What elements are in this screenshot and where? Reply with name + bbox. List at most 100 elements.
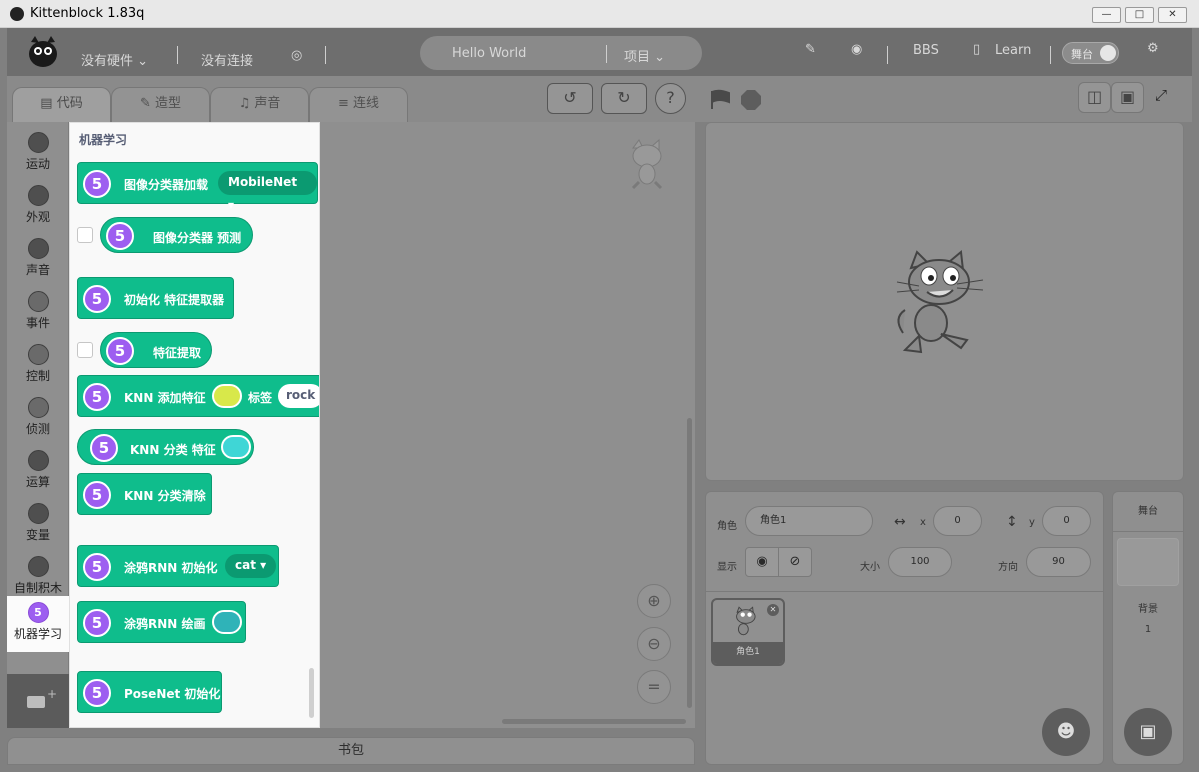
svg-text:+: + xyxy=(47,687,57,701)
learn-link[interactable]: Learn xyxy=(995,43,1031,58)
stage-canvas[interactable] xyxy=(705,122,1184,481)
add-backdrop-button[interactable]: ▣ xyxy=(1124,708,1172,756)
hardware-menu[interactable]: 没有硬件 ⌄ xyxy=(81,50,148,69)
category-motion[interactable]: 运动 xyxy=(7,126,69,176)
tab-code[interactable]: ▤ 代码 xyxy=(12,87,111,123)
hide-sprite-button[interactable]: ⊘ xyxy=(778,547,812,577)
sprite-name-input[interactable]: 角色1 xyxy=(745,506,873,536)
project-menu[interactable]: 项目 ⌄ xyxy=(624,46,665,65)
tab-costumes[interactable]: ✎ 造型 xyxy=(111,87,210,123)
redo-button[interactable]: ↻ xyxy=(601,83,647,114)
delete-sprite-icon[interactable]: ✕ xyxy=(767,604,779,616)
kittenblock-logo-icon[interactable] xyxy=(25,34,61,70)
category-looks[interactable]: 外观 xyxy=(7,179,69,229)
help-button[interactable]: ? xyxy=(655,83,686,114)
window-title: Kittenblock 1.83q xyxy=(30,6,145,21)
direction-input[interactable]: 90 xyxy=(1026,547,1091,577)
green-flag-icon[interactable] xyxy=(709,89,731,111)
block-image-classifier-load[interactable]: 5 图像分类器加载 MobileNet ▾ xyxy=(77,162,318,212)
tab-sounds[interactable]: ♫ 声音 xyxy=(210,87,309,123)
block-knn-clear[interactable]: 5 KNN 分类清除 xyxy=(77,473,212,515)
x-input[interactable]: 0 xyxy=(933,506,982,536)
block-feature-extract[interactable]: 5 特征提取 xyxy=(100,332,212,368)
palette-scrollbar[interactable] xyxy=(309,668,314,718)
small-stage-button[interactable]: ◫ xyxy=(1078,82,1111,113)
gear-icon[interactable]: ⚙ xyxy=(1147,41,1159,56)
backdrops-count: 1 xyxy=(1144,624,1152,635)
script-workspace[interactable]: ⊕ ⊖ = xyxy=(320,122,695,728)
category-control[interactable]: 控制 xyxy=(7,338,69,388)
maximize-button[interactable]: □ xyxy=(1125,7,1154,23)
backpack-panel[interactable]: 书包 xyxy=(7,737,695,765)
add-sprite-button[interactable]: ☻ xyxy=(1042,708,1090,756)
block-sketchrnn-draw[interactable]: 5 涂鸦RNN 绘画 xyxy=(77,601,246,643)
sprite-thumbnail[interactable]: ✕ 角色1 xyxy=(711,598,785,666)
app-icon xyxy=(10,7,24,21)
undo-button[interactable]: ↺ xyxy=(547,83,593,114)
book-icon[interactable]: ▯ xyxy=(973,42,980,57)
zoom-out-button[interactable]: ⊖ xyxy=(637,627,671,661)
bbs-link[interactable]: BBS xyxy=(913,43,939,58)
large-stage-button[interactable]: ▣ xyxy=(1111,82,1144,113)
minimize-button[interactable]: — xyxy=(1092,7,1121,23)
globe-icon[interactable]: ◎ xyxy=(291,48,302,63)
workspace-horizontal-scrollbar[interactable] xyxy=(502,719,686,724)
divider xyxy=(606,45,607,63)
direction-label: 方向 xyxy=(998,562,1018,573)
block-label: 图像分类器加载 xyxy=(124,178,209,192)
extension-badge: 5 xyxy=(106,222,134,250)
show-label: 显示 xyxy=(717,562,737,573)
category-my-blocks[interactable]: 自制积木 xyxy=(7,550,69,600)
category-variables[interactable]: 变量 xyxy=(7,497,69,547)
cat-sprite-icon xyxy=(736,606,756,636)
size-input[interactable]: 100 xyxy=(888,547,952,577)
zoom-in-button[interactable]: ⊕ xyxy=(637,584,671,618)
category-events[interactable]: 事件 xyxy=(7,285,69,335)
block-label: KNN 添加特征 xyxy=(124,391,206,405)
category-label: 控制 xyxy=(25,369,50,383)
color-input[interactable] xyxy=(212,384,242,408)
category-operators[interactable]: 运算 xyxy=(7,444,69,494)
connect-menu[interactable]: 没有连接 xyxy=(201,50,253,69)
stop-icon[interactable] xyxy=(740,89,762,111)
category-dot xyxy=(27,344,49,365)
show-visible-button[interactable]: ◉ xyxy=(745,547,779,577)
label-input[interactable]: rock xyxy=(278,384,319,408)
color-input[interactable] xyxy=(212,610,242,634)
block-image-classifier-predict[interactable]: 5 图像分类器 预测 xyxy=(100,217,253,253)
reporter-checkbox[interactable] xyxy=(77,342,93,358)
sketch-dropdown[interactable]: cat ▾ xyxy=(225,554,277,578)
block-posenet-init[interactable]: 5 PoseNet 初始化 xyxy=(77,671,222,713)
category-sensing[interactable]: 侦测 xyxy=(7,391,69,441)
stage-selector-pane[interactable]: 舞台 背景 1 ▣ xyxy=(1112,491,1184,765)
pencil-icon[interactable]: ✎ xyxy=(805,42,816,57)
y-input[interactable]: 0 xyxy=(1042,506,1091,536)
tab-connect[interactable]: ≡ 连线 xyxy=(309,87,408,123)
model-dropdown[interactable]: MobileNet ▾ xyxy=(218,171,317,212)
category-sound[interactable]: 声音 xyxy=(7,232,69,282)
block-knn-add-feature[interactable]: 5 KNN 添加特征 标签 rock xyxy=(77,375,319,417)
extension-badge: 5 xyxy=(27,602,49,623)
y-label: y xyxy=(1029,517,1035,528)
block-knn-classify[interactable]: 5 KNN 分类 特征 xyxy=(77,429,254,465)
reporter-checkbox[interactable] xyxy=(77,227,93,243)
close-button[interactable]: ✕ xyxy=(1158,7,1187,23)
project-title-input[interactable]: Hello World xyxy=(452,46,526,61)
block-label: 涂鸦RNN 初始化 xyxy=(124,561,218,575)
extension-badge: 5 xyxy=(83,481,111,509)
category-label: 声音 xyxy=(25,263,50,277)
block-label: KNN 分类清除 xyxy=(124,489,206,503)
block-feature-extractor-init[interactable]: 5 初始化 特征提取器 xyxy=(77,277,234,319)
add-extension-button[interactable]: + xyxy=(7,674,69,728)
block-label: 图像分类器 预测 xyxy=(153,231,242,245)
fullscreen-icon[interactable]: ⤢ xyxy=(1155,86,1167,104)
zoom-reset-button[interactable]: = xyxy=(637,670,671,704)
stage-mode-toggle[interactable]: 舞台 xyxy=(1062,42,1119,64)
stage-thumbnail[interactable] xyxy=(1117,538,1179,586)
camera-icon[interactable]: ◉ xyxy=(851,42,862,57)
category-machine-learning[interactable]: 5 机器学习 xyxy=(7,596,69,652)
sprite-name-label: 角色 xyxy=(717,521,737,532)
color-input[interactable] xyxy=(221,435,251,459)
block-sketchrnn-init[interactable]: 5 涂鸦RNN 初始化 cat ▾ xyxy=(77,545,279,587)
workspace-vertical-scrollbar[interactable] xyxy=(687,418,692,708)
